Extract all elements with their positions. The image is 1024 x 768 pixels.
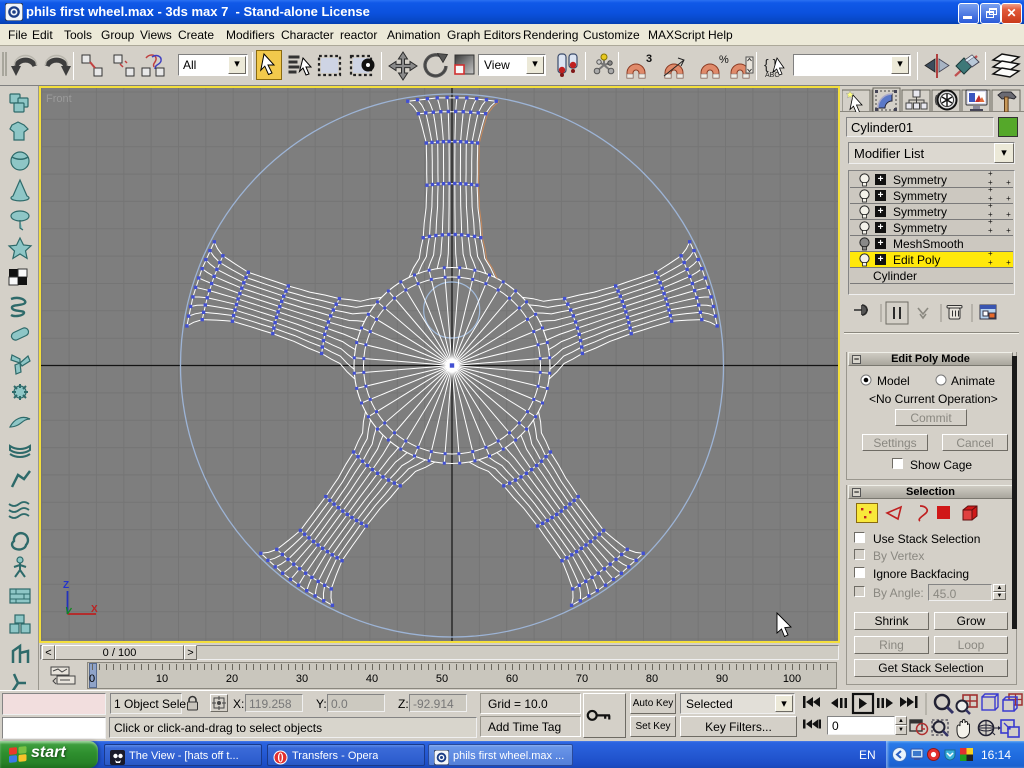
svg-text:%: % (719, 54, 729, 66)
svg-text:Z: Z (63, 580, 69, 591)
svg-text:ABC: ABC (765, 72, 779, 79)
svg-text:Front: Front (46, 93, 72, 105)
svg-text:3: 3 (646, 53, 652, 65)
svg-text:X: X (91, 604, 98, 615)
